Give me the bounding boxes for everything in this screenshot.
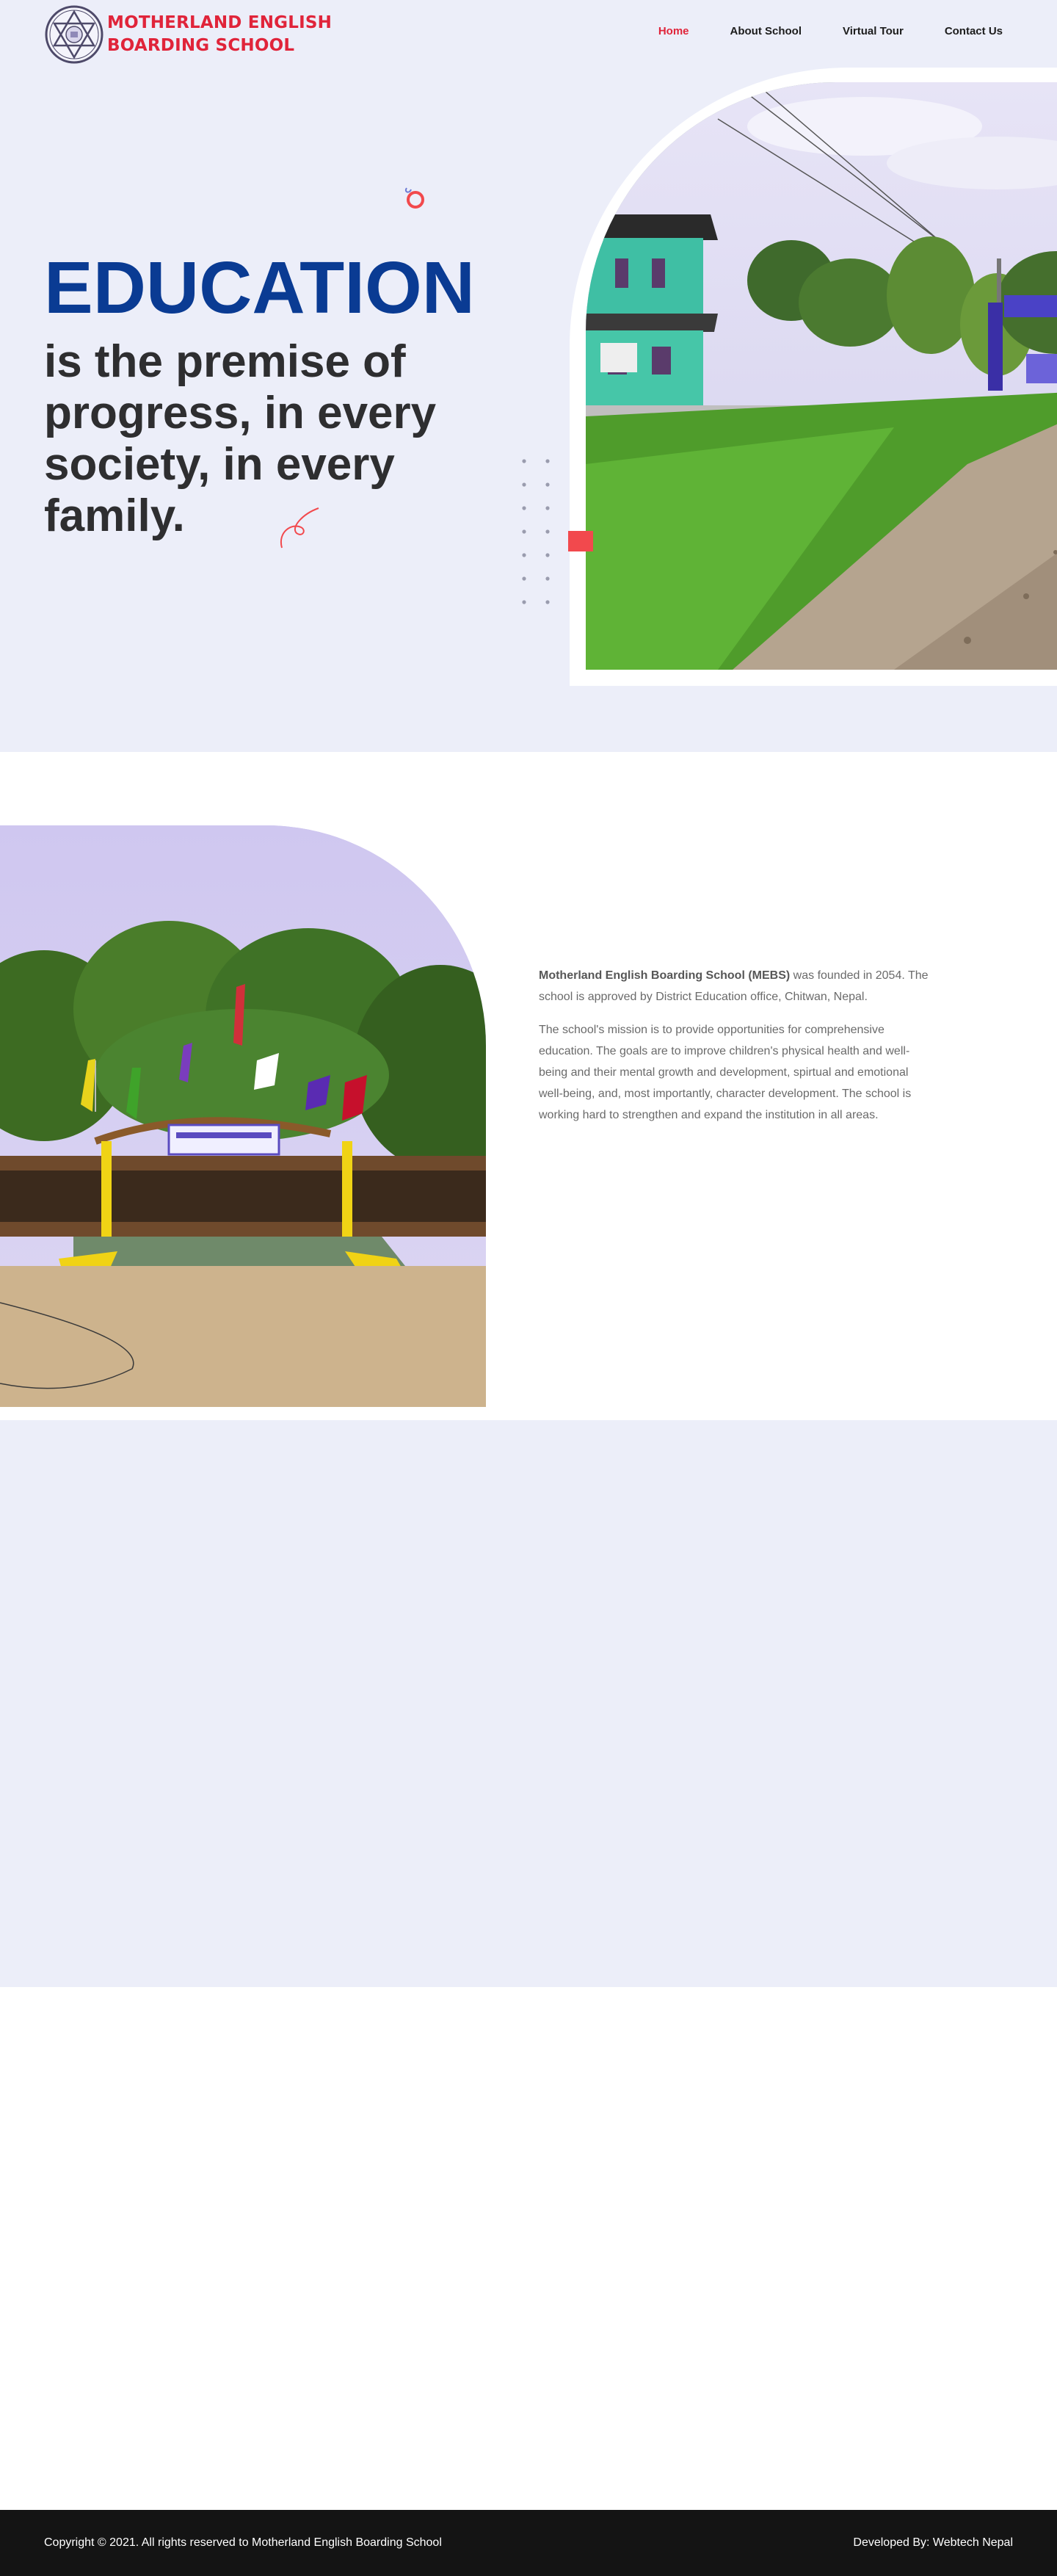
nav-virtual-tour[interactable]: Virtual Tour xyxy=(843,25,904,37)
about-mission-paragraph: The school's mission is to provide oppor… xyxy=(539,1024,912,1121)
copyright-text: Copyright © 2021. All rights reserved to… xyxy=(44,2536,442,2549)
about-intro-paragraph: Motherland English Boarding School (MEBS… xyxy=(539,965,935,1007)
school-building-photo xyxy=(586,82,1057,670)
swirl-decoration-icon xyxy=(404,187,424,209)
dot-grid-decoration xyxy=(522,459,550,604)
school-assembly-stage-photo xyxy=(0,825,486,1407)
school-emblem-icon xyxy=(45,5,103,64)
developer-credit[interactable]: Developed By: Webtech Nepal xyxy=(853,2536,1013,2550)
about-description: Motherland English Boarding School (MEBS… xyxy=(539,965,935,1137)
nav-about-school[interactable]: About School xyxy=(730,25,802,37)
hero-subtitle: is the premise of progress, in every soc… xyxy=(44,336,437,541)
blank-section-white xyxy=(0,1987,1057,2510)
main-navigation: Home About School Virtual Tour Contact U… xyxy=(617,25,1003,37)
hero-section: MOTHERLAND ENGLISH BOARDING SCHOOL Home … xyxy=(0,0,1057,752)
site-footer: Copyright © 2021. All rights reserved to… xyxy=(0,2510,1057,2576)
school-logo[interactable]: MOTHERLAND ENGLISH BOARDING SCHOOL xyxy=(44,4,332,65)
red-square-decoration xyxy=(568,531,593,551)
logo-line-1: MOTHERLAND ENGLISH xyxy=(107,13,333,32)
nav-home[interactable]: Home xyxy=(658,25,689,37)
about-section: Motherland English Boarding School (MEBS… xyxy=(0,752,1057,1420)
hero-title: EDUCATION xyxy=(44,247,476,329)
school-name-bold: Motherland English Boarding School (MEBS… xyxy=(539,969,791,982)
nav-contact-us[interactable]: Contact Us xyxy=(945,25,1003,37)
blank-section-blue xyxy=(0,1420,1057,1987)
school-name-logo-text: MOTHERLAND ENGLISH BOARDING SCHOOL xyxy=(107,12,332,57)
logo-line-2: BOARDING SCHOOL xyxy=(107,36,295,55)
